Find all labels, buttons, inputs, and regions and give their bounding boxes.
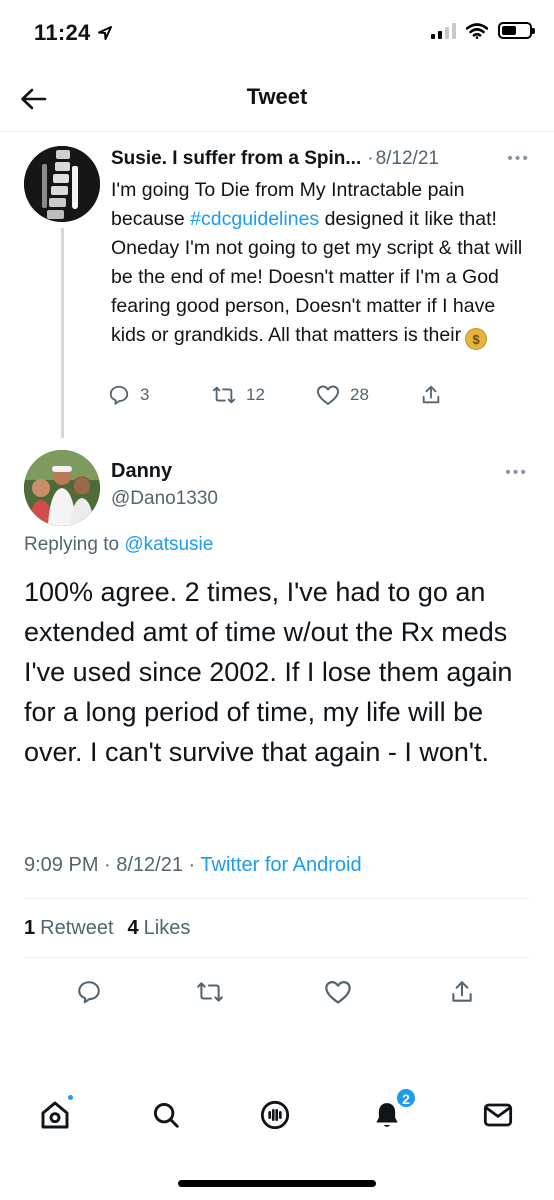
new-content-dot <box>66 1093 75 1102</box>
battery-icon <box>498 22 535 39</box>
author-name[interactable]: Danny <box>111 460 172 483</box>
likes-label: Likes <box>143 917 191 939</box>
avatar[interactable] <box>24 450 100 526</box>
tweet-stats: 1 Retweet 4 Likes <box>24 917 190 940</box>
home-indicator[interactable] <box>178 1180 376 1187</box>
more-options-icon[interactable]: ••• <box>505 464 528 482</box>
divider <box>24 957 530 958</box>
share-icon <box>452 981 472 1002</box>
parent-tweet[interactable]: Susie. I suffer from a Spin... · 8/12/21… <box>0 132 554 442</box>
hashtag-link[interactable]: #cdcguidelines <box>190 208 319 230</box>
reply-button[interactable]: 3 <box>108 384 212 406</box>
spaces-icon <box>260 1100 290 1130</box>
tweet-timestamp: 9:09 PM · 8/12/21 · Twitter for Android <box>24 854 362 877</box>
author-name[interactable]: Susie. I suffer from a Spin... <box>111 148 361 170</box>
status-time-text: 11:24 <box>34 20 91 45</box>
spine-xray-image <box>24 146 100 222</box>
tweet-time[interactable]: 9:09 PM · 8/12/21 · <box>24 854 195 876</box>
battery-fill <box>502 26 517 35</box>
location-arrow-icon <box>97 26 112 40</box>
reply-icon <box>109 385 129 405</box>
share-button[interactable] <box>442 972 482 1012</box>
status-bar: 11:24 <box>0 0 554 64</box>
like-count: 4 <box>127 917 139 939</box>
family-photo-image <box>24 450 100 526</box>
nav-messages[interactable] <box>476 1093 520 1137</box>
nav-search[interactable] <box>144 1093 188 1137</box>
heart-icon <box>317 385 339 405</box>
nav-notifications[interactable]: 2 <box>365 1087 417 1137</box>
avatar[interactable] <box>24 146 100 222</box>
heart-icon <box>325 980 351 1004</box>
reply-icon <box>78 981 100 1004</box>
cell-signal-icon <box>431 22 456 39</box>
home-icon <box>41 1101 69 1129</box>
retweet-count: 1 <box>24 917 36 939</box>
thread-line <box>61 228 64 438</box>
likes-stat[interactable]: 4 Likes <box>128 917 191 940</box>
reply-button[interactable] <box>69 972 109 1012</box>
tweet-date[interactable]: 8/12/21 <box>376 148 439 170</box>
divider <box>24 898 530 899</box>
notification-badge: 2 <box>395 1087 417 1109</box>
search-icon <box>153 1102 179 1128</box>
share-icon <box>422 385 440 404</box>
retweets-stat[interactable]: 1 Retweet <box>24 917 114 940</box>
retweet-icon <box>212 386 236 404</box>
replying-mention-link[interactable]: @katsusie <box>124 534 213 555</box>
tweet-text: 100% agree. 2 times, I've had to go an e… <box>24 577 513 767</box>
like-button[interactable] <box>318 972 358 1012</box>
mail-icon <box>483 1103 513 1127</box>
nav-spaces[interactable] <box>253 1093 297 1137</box>
replying-prefix: Replying to <box>24 534 125 555</box>
tweet-text: I'm going To Die from My Intractable pai… <box>111 176 531 350</box>
more-options-icon[interactable]: ••• <box>507 150 530 168</box>
money-bag-emoji: $ <box>465 328 488 350</box>
retweet-count: 12 <box>246 385 265 404</box>
like-button[interactable]: 28 <box>316 384 420 406</box>
bottom-nav: 2 <box>0 1085 554 1145</box>
page-title: Tweet <box>246 84 308 109</box>
retweet-icon <box>197 982 223 1002</box>
tweet-header: Susie. I suffer from a Spin... · 8/12/21… <box>111 148 530 170</box>
wifi-icon <box>466 22 488 39</box>
author-handle[interactable]: @Dano1330 <box>111 488 218 510</box>
replying-to: Replying to @katsusie <box>24 534 213 556</box>
like-count: 28 <box>350 385 369 404</box>
tweet-source-link[interactable]: Twitter for Android <box>200 854 361 876</box>
status-indicators <box>431 22 535 39</box>
retweet-button[interactable] <box>190 972 230 1012</box>
retweet-label: Retweet <box>40 917 114 939</box>
header: Tweet <box>0 64 554 132</box>
nav-home[interactable] <box>33 1093 77 1137</box>
tweet-actions: 3 12 28 <box>108 384 468 406</box>
separator: · <box>367 148 374 169</box>
tweet-actions <box>0 972 554 1012</box>
status-time: 11:24 <box>34 20 113 46</box>
share-button[interactable] <box>420 384 442 406</box>
reply-count: 3 <box>140 385 150 404</box>
retweet-button[interactable]: 12 <box>212 384 316 406</box>
